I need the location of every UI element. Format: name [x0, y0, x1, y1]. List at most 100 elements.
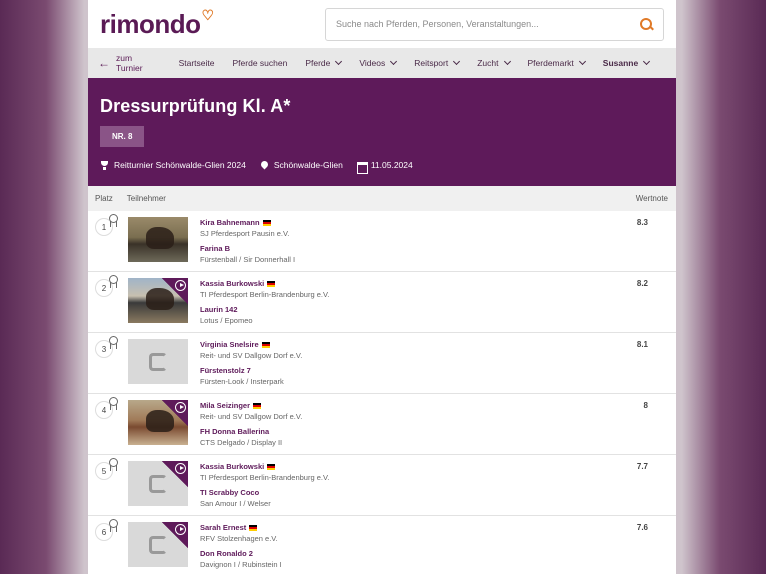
ribbon-icon [108, 458, 118, 471]
date: 11.05.2024 [356, 160, 413, 174]
nav-item-0[interactable]: Startseite [179, 58, 215, 68]
search-icon[interactable] [639, 17, 653, 31]
pedigree: Fürstenball / Sir Donnerhall I [200, 254, 296, 264]
competition-number-badge: NR. 8 [100, 126, 145, 147]
rider-name: Mila Seizinger [200, 401, 251, 410]
ribbon-icon [108, 519, 118, 532]
pedigree: Fürsten-Look / Insterpark [200, 376, 284, 386]
score: 8.3 [636, 218, 648, 227]
nav-item-label: Zucht [477, 58, 499, 68]
horse-thumbnail[interactable] [128, 400, 188, 445]
score: 8 [643, 401, 648, 410]
competition-meta: Reitturnier Schönwalde-Glien 2024 Schönw… [100, 160, 664, 174]
rider-name: Kassia Burkowski [200, 279, 265, 288]
nav-items: Startseite Pferde suchen Pferde Videos Reits… [179, 57, 668, 68]
horse-link[interactable]: Don Ronaldo 2 [200, 549, 282, 560]
location-name: Schönwalde-Glien [273, 160, 343, 170]
ribbon-icon [108, 397, 118, 410]
rider-link[interactable]: Virginia Snelsire [200, 340, 302, 351]
nav-item-label: Pferdemarkt [527, 58, 574, 68]
nav-item-5[interactable]: Zucht [477, 57, 511, 68]
horse-thumbnail[interactable] [128, 278, 188, 323]
play-icon [175, 402, 186, 413]
pedigree: San Amour I / Welser [200, 498, 271, 508]
nav-item-6[interactable]: Pferdemarkt [527, 57, 586, 68]
tournament-link[interactable]: Reitturnier Schönwalde-Glien 2024 [100, 160, 246, 170]
ribbon-icon [108, 275, 118, 288]
logo-mark-icon: ♡ [201, 6, 215, 23]
video-badge[interactable] [162, 522, 188, 548]
location-pin-icon [260, 161, 269, 170]
calendar-icon [356, 161, 368, 174]
rider-name: Kassia Burkowski [200, 462, 265, 471]
results-table-body: 1 Kira Bahnemann SJ Pferdesport Pausin e.V… [88, 211, 676, 574]
chevron-down-icon [643, 57, 651, 66]
pedigree: CTS Delgado / Display II [200, 437, 283, 447]
germany-flag-icon [267, 464, 276, 471]
col-place: Platz [95, 194, 113, 203]
rider-link[interactable]: Sarah Ernest [200, 523, 282, 534]
logo-text: rimondo [100, 8, 201, 39]
nav-item-2[interactable]: Pferde [305, 57, 343, 68]
germany-flag-icon [253, 403, 262, 410]
table-row[interactable]: 6 Sarah Ernest RFV Stolzenhagen e.V. Don Ro… [88, 516, 676, 574]
horse-link[interactable]: FH Donna Ballerina [200, 427, 302, 438]
tournament-name: Reitturnier Schönwalde-Glien 2024 [114, 160, 246, 170]
video-badge[interactable] [162, 400, 188, 426]
horse-thumbnail[interactable] [128, 522, 188, 567]
table-row[interactable]: 5 Kassia Burkowski TI Pferdesport Berlin-B… [88, 455, 676, 516]
back-label: zum Turnier [116, 53, 143, 73]
competition-header: Dressurprüfung Kl. A* NR. 8 Reitturnier … [88, 78, 676, 186]
rider-name: Virginia Snelsire [200, 340, 259, 349]
search-box[interactable] [325, 7, 664, 41]
video-badge[interactable] [162, 461, 188, 487]
pedigree: Davignon I / Rubinstein I [200, 559, 282, 569]
rider-link[interactable]: Kassia Burkowski [200, 462, 329, 473]
nav-item-3[interactable]: Videos [359, 57, 398, 68]
score: 7.6 [636, 523, 648, 532]
play-icon [175, 280, 186, 291]
main-nav: ← zum Turnier Startseite Pferde suchen Pfe… [88, 48, 676, 78]
score: 8.2 [636, 279, 648, 288]
participant-info: Sarah Ernest RFV Stolzenhagen e.V. Don Ron… [200, 523, 282, 571]
top-bar: rimondo ♡ [88, 0, 676, 48]
arrow-left-icon: ← [98, 56, 110, 70]
nav-item-4[interactable]: Reitsport [414, 57, 461, 68]
germany-flag-icon [262, 220, 271, 227]
horse-photo [146, 227, 174, 249]
date-value: 11.05.2024 [370, 160, 413, 170]
participant-info: Kira Bahnemann SJ Pferdesport Pausin e.V.… [200, 218, 295, 266]
pedigree: Lotus / Epomeo [200, 315, 253, 325]
germany-flag-icon [249, 525, 258, 532]
club-name: RFV Stolzenhagen e.V. [200, 533, 278, 543]
table-row[interactable]: 4 Mila Seizinger Reit- und SV Dallgow Dorf… [88, 394, 676, 455]
chevron-down-icon [578, 57, 586, 66]
horse-link[interactable]: Laurin 142 [200, 305, 329, 316]
nav-item-label: Reitsport [414, 58, 449, 68]
ribbon-icon [108, 336, 118, 349]
horse-thumbnail[interactable] [128, 217, 188, 262]
video-badge[interactable] [162, 278, 188, 304]
location: Schönwalde-Glien [260, 160, 343, 170]
rider-link[interactable]: Mila Seizinger [200, 401, 302, 412]
nav-item-label: Startseite [178, 58, 215, 68]
participant-info: Kassia Burkowski TI Pferdesport Berlin-Br… [200, 279, 329, 327]
horse-thumbnail[interactable] [128, 339, 188, 384]
rider-name: Kira Bahnemann [200, 218, 260, 227]
ribbon-icon [108, 214, 118, 227]
back-link[interactable]: ← zum Turnier [98, 53, 143, 73]
nav-item-1[interactable]: Pferde suchen [233, 58, 288, 68]
table-row[interactable]: 2 Kassia Burkowski TI Pferdesport Berlin-B… [88, 272, 676, 333]
horse-link[interactable]: TI Scrabby Coco [200, 488, 329, 499]
table-row[interactable]: 3 Virginia Snelsire Reit- und SV Dallgow D… [88, 333, 676, 394]
rider-link[interactable]: Kira Bahnemann [200, 218, 295, 229]
nav-item-7[interactable]: Susanne [603, 57, 651, 68]
horse-link[interactable]: Farina B [200, 244, 295, 255]
logo[interactable]: rimondo ♡ [100, 6, 215, 40]
horse-thumbnail[interactable] [128, 461, 188, 506]
table-row[interactable]: 1 Kira Bahnemann SJ Pferdesport Pausin e.V… [88, 211, 676, 272]
search-input[interactable] [336, 19, 639, 29]
rider-link[interactable]: Kassia Burkowski [200, 279, 329, 290]
play-icon [175, 524, 186, 535]
horse-link[interactable]: Fürstenstolz 7 [200, 366, 302, 377]
